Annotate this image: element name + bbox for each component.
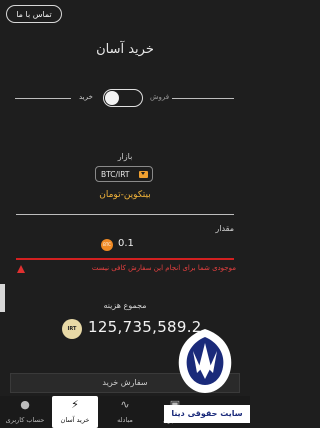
nav-item-label: خرید آسان — [60, 416, 90, 424]
nav-item-label: حساب کاربری — [5, 416, 45, 424]
error-message: موجودی شما برای انجام این سفارش کافی نیس… — [91, 264, 236, 272]
nav-item-account[interactable]: ● حساب کاربری — [2, 396, 48, 428]
irt-currency-icon: IRT — [62, 319, 82, 339]
nav-item-label: مبادله — [117, 416, 133, 424]
market-pair-value: BTC/IRT — [101, 170, 130, 179]
amount-input[interactable]: 0.1 — [118, 238, 134, 249]
page-title: خرید آسان — [96, 42, 154, 57]
watermark-logo — [178, 329, 232, 393]
nav-item-easy-buy[interactable]: ⚡ خرید آسان — [52, 396, 98, 428]
market-label: بازار — [117, 152, 133, 161]
warning-icon — [17, 265, 25, 273]
watermark-text: سایت حقوقی دینا — [164, 405, 250, 423]
buy-sell-switch[interactable] — [103, 89, 143, 107]
person-icon: ● — [20, 398, 30, 411]
buy-label: خرید — [79, 93, 93, 101]
nav-item-exchange[interactable]: ∿ مبادله — [102, 396, 148, 428]
amount-label: مقدار — [215, 224, 234, 233]
sell-label: فروش — [150, 93, 170, 101]
buy-sell-toggle-row: خرید فروش — [0, 88, 250, 110]
chevron-down-icon — [139, 171, 148, 178]
top-bar: تماس با ما — [0, 0, 250, 34]
switch-knob — [105, 91, 119, 105]
divider — [15, 98, 71, 99]
btc-coin-icon: BTC — [101, 239, 113, 251]
divider — [172, 98, 234, 99]
total-cost-label: مجموع هزینه — [103, 301, 147, 310]
chart-icon: ∿ — [120, 398, 130, 411]
market-pair-name: بیتکوین-تومان — [99, 190, 151, 200]
divider — [16, 214, 234, 215]
market-pair-select[interactable]: BTC/IRT — [95, 166, 153, 182]
lightning-icon: ⚡ — [71, 398, 79, 411]
side-drawer-handle[interactable] — [0, 284, 5, 312]
amount-input-error-underline — [16, 258, 234, 260]
contact-us-button[interactable]: تماس با ما — [6, 5, 62, 23]
